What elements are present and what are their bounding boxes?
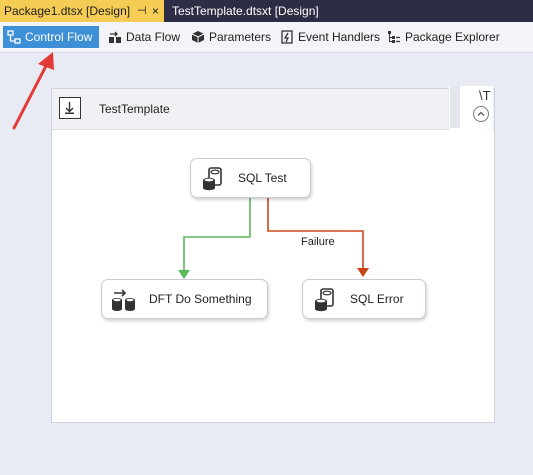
annotation-arrow-icon bbox=[12, 52, 54, 130]
